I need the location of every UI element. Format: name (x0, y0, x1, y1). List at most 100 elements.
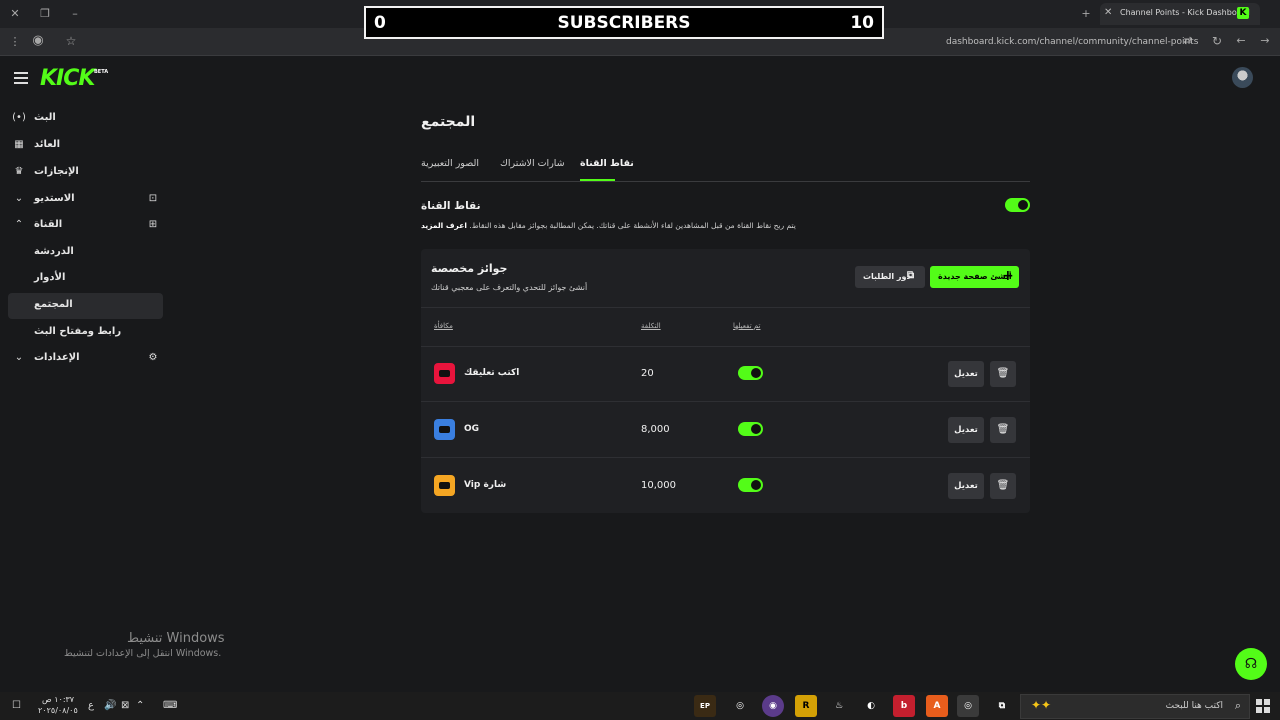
reward-icon (434, 419, 455, 440)
sidebar-item-label: القناة (34, 219, 63, 230)
page-title: المجتمع (421, 114, 476, 130)
tabs-divider (421, 181, 1030, 182)
sidebar-item-stream-key[interactable]: رابط ومفتاح البث (8, 320, 163, 346)
trash-icon[interactable]: 🗑 (990, 473, 1016, 499)
reward-cost: 10,000 (641, 480, 676, 491)
windows-activation-subtitle: انتقل إلى الإعدادات لتنشيط Windows. (64, 648, 222, 659)
column-header-enabled[interactable]: تم تفعيلها (733, 322, 761, 330)
sidebar-item-label: الأدوار (34, 272, 66, 283)
windows-start-icon[interactable] (1256, 699, 1270, 713)
tab-close-icon[interactable]: ✕ (1104, 7, 1112, 18)
sidebar-item-label: الاستديو (34, 193, 75, 204)
subscribers-goal: 10 (850, 13, 874, 33)
keyboard-icon[interactable]: ⌨ (163, 700, 177, 711)
sidebar-item-label: رابط ومفتاح البث (34, 326, 122, 337)
chevron-up-icon[interactable]: ⌃ (136, 700, 144, 711)
app-icon[interactable]: ◐ (860, 695, 882, 717)
language-indicator[interactable]: ع (88, 700, 94, 711)
sidebar-item-revenue[interactable]: ▦ العائد (8, 133, 163, 159)
tab-title: Channel Points - Kick Dashboard (1120, 8, 1250, 17)
clock-date[interactable]: ٢٠٢٥/٠٨/٠٥ (38, 706, 78, 715)
sidebar-item-broadcast[interactable]: (•) البث (8, 106, 163, 132)
sidebar-item-roles[interactable]: الأدوار (8, 266, 163, 292)
menu-dots-icon[interactable]: ⋮ (8, 35, 22, 49)
new-tab-icon[interactable]: + (1079, 7, 1093, 21)
custom-rewards-title: جوائز مخصصة (431, 262, 508, 275)
sidebar-item-label: المجتمع (34, 299, 73, 310)
reward-enabled-toggle[interactable] (738, 478, 763, 492)
channel-points-description: يتم ربح نقاط القناة من قبل المشاهدين لقا… (421, 221, 796, 230)
browser-tab[interactable]: ✕ Channel Points - Kick Dashboard K (1100, 3, 1260, 25)
divider (421, 401, 1030, 402)
kick-logo[interactable]: KICK (40, 66, 95, 91)
network-icon[interactable]: ⊠ (121, 700, 129, 711)
channel-points-toggle[interactable] (1005, 198, 1030, 212)
edit-reward-button[interactable]: تعديل (948, 473, 984, 499)
column-header-reward[interactable]: مكافأة (434, 322, 453, 330)
reward-icon (434, 475, 455, 496)
reload-icon[interactable]: ↻ (1210, 34, 1224, 48)
sidebar-item-label: البث (34, 112, 56, 123)
notification-icon[interactable]: ☐ (12, 700, 21, 711)
taskbar-search[interactable]: ✦✦ اكتب هنا للبحث ⌕ (1020, 694, 1250, 719)
app-icon[interactable]: b (893, 695, 915, 717)
reward-name: OG (464, 424, 480, 434)
app-icon[interactable]: A (926, 695, 948, 717)
chevron-down-icon: ⌄ (14, 352, 24, 363)
reward-enabled-toggle[interactable] (738, 422, 763, 436)
task-view-icon[interactable]: ⧉ (991, 695, 1013, 717)
steam-icon[interactable]: ♨ (828, 695, 850, 717)
help-chat-icon[interactable]: ☊ (1235, 648, 1267, 680)
app-icon[interactable]: ◉ (762, 695, 784, 717)
search-icon: ⌕ (1234, 699, 1241, 712)
profile-circle-icon[interactable]: ◉ (31, 34, 45, 48)
sidebar-item-achievements[interactable]: ♛ الإنجازات (8, 160, 163, 186)
external-link-icon: ⧉ (907, 270, 915, 281)
divider (421, 346, 1030, 347)
rockstar-icon[interactable]: R (795, 695, 817, 717)
gear-icon: ⚙ (148, 352, 158, 363)
sidebar-item-studio[interactable]: ⌄ الاستديو ⊡ (8, 187, 163, 213)
learn-more-link[interactable]: اعرف المزيد (421, 221, 467, 230)
reward-icon (434, 363, 455, 384)
chrome-icon[interactable]: ◎ (957, 695, 979, 717)
tab-channel-points[interactable]: نقاط القناة (580, 158, 634, 169)
clock-time[interactable]: ١٠:٣٧ ص (42, 695, 74, 704)
close-window-icon[interactable]: ✕ (8, 7, 22, 21)
avatar[interactable] (1232, 67, 1253, 88)
tab-emotes[interactable]: الصور التعبيرية (421, 158, 479, 169)
app-icon[interactable]: ◎ (729, 695, 751, 717)
volume-icon[interactable]: 🔊 (104, 700, 116, 711)
sidebar-item-community[interactable]: المجتمع (8, 293, 163, 319)
request-queue-button[interactable]: دور الطلبات ⧉ (855, 266, 925, 288)
sparkle-icon: ✦✦ (1031, 698, 1052, 712)
divider (421, 307, 1030, 308)
plus-icon: + (1002, 268, 1014, 284)
subscribers-title: SUBSCRIBERS (557, 13, 691, 33)
search-input[interactable]: اكتب هنا للبحث (1166, 701, 1223, 711)
epic-games-icon[interactable]: EP (694, 695, 716, 717)
url-text[interactable]: dashboard.kick.com/channel/community/cha… (946, 37, 1198, 47)
reward-enabled-toggle[interactable] (738, 366, 763, 380)
edit-reward-button[interactable]: تعديل (948, 361, 984, 387)
tab-sub-badges[interactable]: شارات الاشتراك (500, 158, 565, 169)
restore-window-icon[interactable]: ❐ (38, 7, 52, 21)
back-icon[interactable]: → (1258, 34, 1272, 48)
sidebar-item-settings[interactable]: ⌄ الإعدادات ⚙ (8, 346, 163, 372)
minimize-window-icon[interactable]: – (68, 7, 82, 21)
trash-icon[interactable]: 🗑 (990, 417, 1016, 443)
star-icon[interactable]: ☆ (64, 34, 78, 48)
trophy-icon: ♛ (14, 166, 24, 177)
sidebar-item-channel[interactable]: ⌃ القناة ⊞ (8, 213, 163, 239)
beta-badge: BETA (94, 69, 109, 75)
forward-icon[interactable]: ← (1234, 34, 1248, 48)
edit-reward-button[interactable]: تعديل (948, 417, 984, 443)
sidebar-item-chat[interactable]: الدردشة (8, 240, 163, 266)
column-header-cost[interactable]: التكلفة (641, 322, 661, 330)
trash-icon[interactable]: 🗑 (990, 361, 1016, 387)
hamburger-menu-icon[interactable] (14, 72, 28, 84)
sidebar-item-label: العائد (34, 139, 61, 150)
custom-rewards-description: أنشئ جوائز للتحدي والتعرف على معجبي قنات… (431, 283, 588, 292)
kick-favicon-icon: K (1237, 7, 1249, 19)
create-reward-button[interactable]: أنشئ صفحة جديدة + (930, 266, 1019, 288)
